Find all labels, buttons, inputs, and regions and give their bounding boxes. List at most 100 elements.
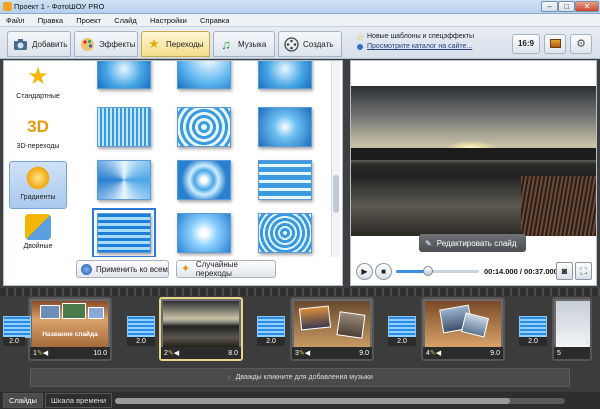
transition-thumb-selected[interactable] [92, 208, 156, 257]
slide-info-bar: 5 [554, 347, 590, 359]
scrollbar-thumb[interactable] [333, 175, 339, 213]
tab-timeline[interactable]: Шкала времени [45, 393, 113, 408]
palette-icon [79, 36, 95, 52]
menu-help[interactable]: Справка [194, 14, 234, 25]
stop-icon: ■ [381, 267, 386, 276]
slide-info-bar: 1 ✎ ◀ 10.0 [30, 347, 110, 359]
slide-card-2[interactable]: 2 ✎ ◀ 8.0 [159, 297, 243, 361]
tab-slides[interactable]: Слайды [3, 393, 43, 408]
slide-thumbnail [425, 301, 501, 347]
star-icon: ★ [148, 36, 160, 51]
scroll-right-arrow[interactable]: › [586, 336, 589, 347]
slide-info-bar: 2 ✎ ◀ 8.0 [161, 347, 241, 359]
fullscreen-icon: ⛶ [580, 266, 587, 276]
image-settings-button[interactable] [544, 34, 566, 54]
tab-transitions[interactable]: ★ Переходы [141, 31, 210, 57]
slide-caption: Название слайда [42, 331, 98, 338]
transition-thumb[interactable] [177, 61, 231, 89]
play-icon: ▶ [361, 267, 368, 276]
transition-marker[interactable] [127, 316, 155, 338]
aspect-ratio-button[interactable]: 16:9 [512, 34, 540, 54]
transition-marker[interactable] [3, 316, 31, 338]
camera-icon [12, 36, 28, 52]
main-toolbar: Добавить Эффекты ★ Переходы ♫ Музыка Созда… [0, 27, 600, 59]
transition-grid [82, 61, 330, 257]
tab-effects[interactable]: Эффекты [74, 31, 138, 57]
category-3d[interactable]: 3D 3D-переходы [9, 111, 67, 159]
slide-thumbnail [556, 301, 590, 347]
maximize-button[interactable]: □ [558, 1, 575, 12]
seek-handle[interactable] [422, 266, 433, 276]
speaker-icon[interactable]: ◀ [43, 349, 48, 357]
slide-card-5[interactable]: 5 [552, 297, 592, 361]
pencil-icon: ✎ [425, 238, 432, 248]
seek-slider[interactable] [396, 266, 479, 276]
category-standard[interactable]: ★ Стандартные [9, 61, 67, 109]
snapshot-button[interactable]: ◙ [556, 262, 573, 280]
music-note-icon: ♪ [227, 374, 231, 381]
tab-music[interactable]: ♫ Музыка [213, 31, 275, 57]
transition-marker[interactable] [519, 316, 547, 338]
close-button[interactable]: ✕ [575, 1, 599, 12]
menu-slide[interactable]: Слайд [108, 14, 142, 25]
transition-thumb[interactable] [177, 107, 231, 147]
transition-thumb[interactable] [258, 213, 312, 253]
apply-all-button[interactable]: Применить ко всем [76, 260, 169, 278]
scrollbar-thumb[interactable] [115, 398, 510, 404]
speaker-icon[interactable]: ◀ [305, 349, 310, 357]
transition-duration: 2.0 [3, 337, 25, 346]
speaker-icon[interactable]: ◀ [436, 349, 441, 357]
3d-icon: 3D [27, 117, 49, 136]
slide-card-3[interactable]: 3 ✎ ◀ 9.0 [290, 297, 374, 361]
catalog-link[interactable]: Просмотрите каталог на сайте... [367, 43, 472, 50]
globe-icon [357, 44, 363, 50]
menu-edit[interactable]: Правка [32, 14, 68, 25]
category-list: ★ Стандартные 3D 3D-переходы Градиенты Д… [7, 61, 69, 261]
slide-thumbnail [163, 301, 239, 347]
new-templates-label: Новые шаблоны и спецэффекты [367, 33, 475, 40]
minimize-button[interactable]: – [541, 1, 558, 12]
category-double[interactable]: Двойные [9, 211, 67, 259]
transition-thumb[interactable] [97, 160, 151, 200]
music-note-icon: ♫ [221, 36, 231, 52]
globe-icon [81, 263, 92, 275]
transition-thumb[interactable] [97, 107, 151, 147]
music-track-area[interactable]: ♪ Дважды кликните для добавления музыки [30, 368, 570, 387]
transition-duration: 2.0 [519, 337, 547, 346]
menu-settings[interactable]: Настройки [144, 14, 192, 25]
transition-thumb[interactable] [177, 160, 231, 200]
transition-thumb[interactable] [177, 213, 231, 253]
speaker-icon[interactable]: ◀ [174, 349, 179, 357]
slide-card-1[interactable]: Название слайда 1 ✎ ◀ 10.0 [28, 297, 112, 361]
tab-add[interactable]: Добавить [7, 31, 71, 57]
transition-thumb[interactable] [258, 61, 312, 89]
camera-icon: ◙ [561, 266, 568, 276]
transition-thumb[interactable] [258, 160, 312, 200]
transition-marker[interactable] [388, 316, 416, 338]
tab-create[interactable]: Создать [278, 31, 342, 57]
sun-icon [25, 165, 51, 191]
play-button[interactable]: ▶ [356, 263, 373, 280]
stop-button[interactable]: ■ [375, 263, 392, 280]
menu-file[interactable]: Файл [0, 14, 29, 25]
star-icon: ★ [27, 63, 49, 90]
menu-project[interactable]: Проект [70, 14, 106, 25]
menu-bar: Файл Правка Проект Слайд Настройки Справ… [0, 14, 600, 27]
transition-scrollbar[interactable] [331, 61, 340, 257]
double-frames-icon [25, 214, 51, 240]
transition-marker[interactable] [257, 316, 285, 338]
time-readout: 00:14.000 / 00:37.000 [484, 267, 558, 276]
random-transitions-button[interactable]: ✦ Случайные переходы [176, 260, 276, 278]
window-title: Проект 1 - ФотоШОУ PRO [14, 2, 105, 11]
timeline-ruler [0, 288, 600, 296]
category-gradients[interactable]: Градиенты [9, 161, 67, 209]
image-icon [549, 39, 561, 48]
transition-thumb[interactable] [97, 61, 151, 89]
transition-thumb[interactable] [258, 107, 312, 147]
timeline-scrollbar[interactable] [115, 398, 565, 404]
fullscreen-button[interactable]: ⛶ [575, 262, 592, 280]
slide-card-4[interactable]: 4 ✎ ◀ 9.0 [421, 297, 505, 361]
title-bar: Проект 1 - ФотоШОУ PRO – □ ✕ [0, 0, 600, 14]
edit-slide-button[interactable]: ✎ Редактировать слайд [419, 234, 526, 252]
gear-button[interactable]: ⚙ [570, 34, 592, 54]
